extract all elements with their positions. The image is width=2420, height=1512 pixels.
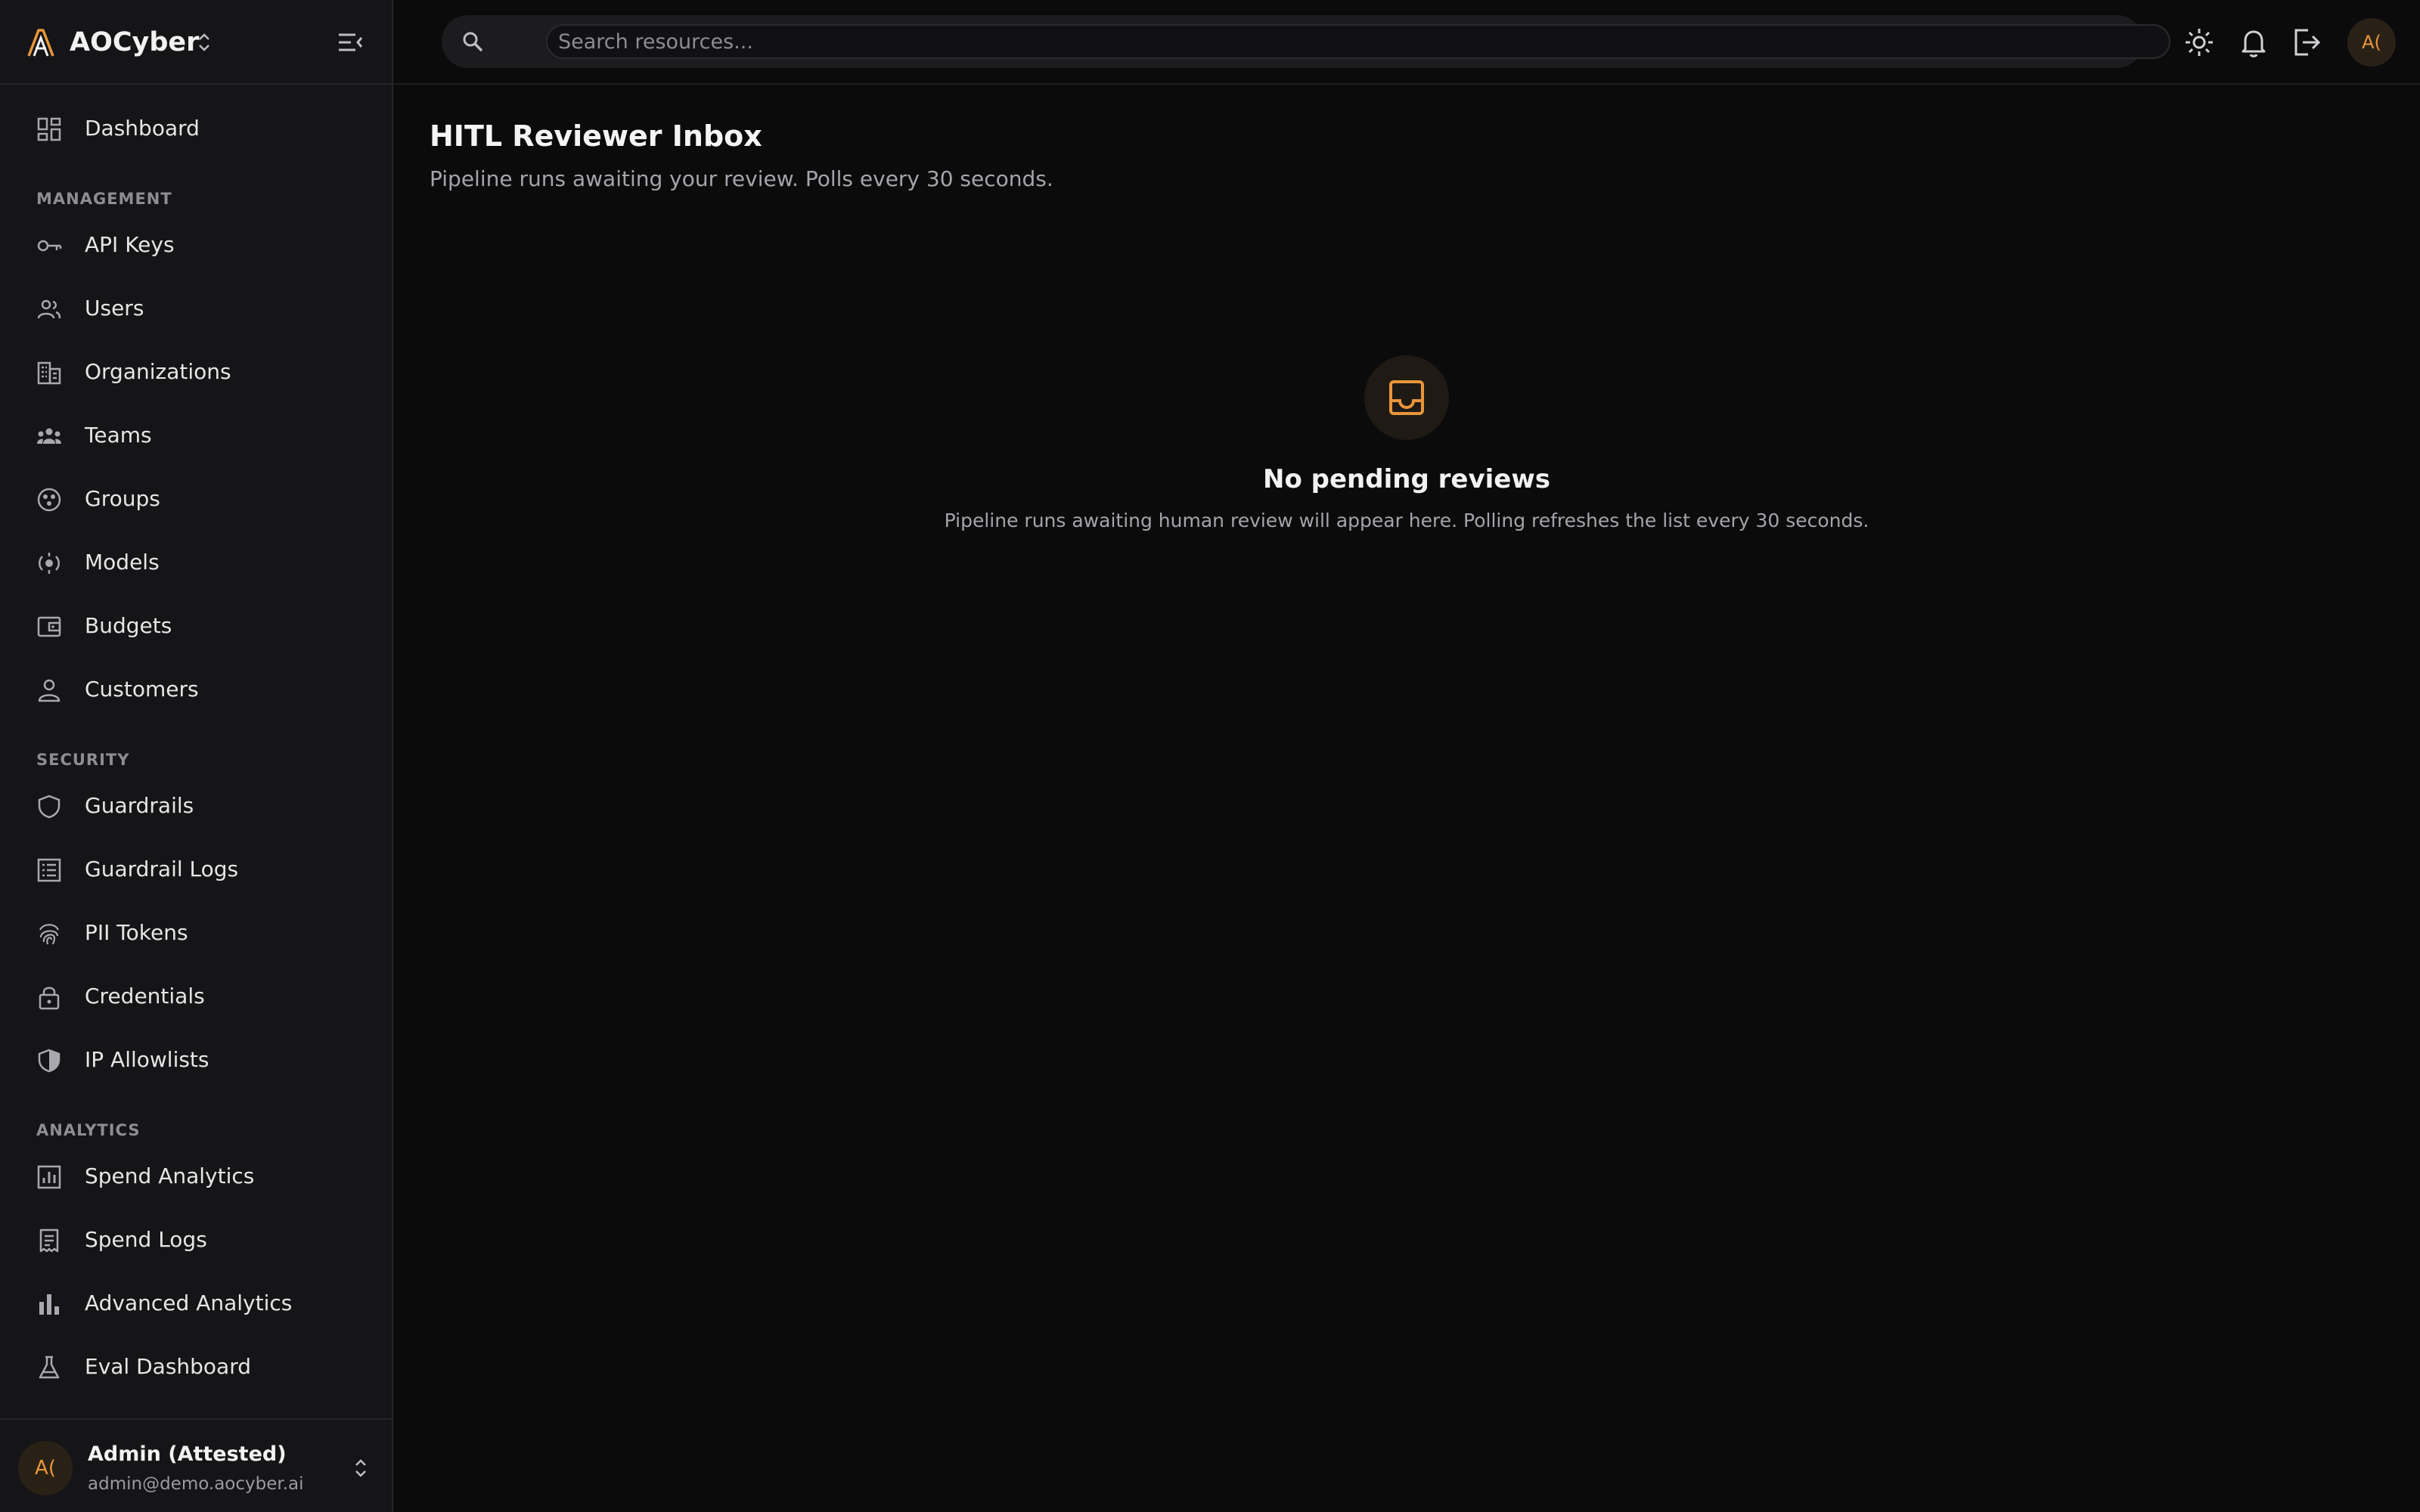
sidebar-item-label: Models	[85, 550, 160, 575]
groups-icon	[37, 488, 61, 512]
top-bar: A(	[393, 0, 2420, 85]
sidebar-item-label: Dashboard	[85, 116, 200, 141]
search-bar	[442, 15, 2170, 68]
sidebar-item-label: Customers	[85, 677, 199, 702]
sidebar-item-spend-analytics[interactable]: Spend Analytics	[18, 1149, 375, 1204]
sidebar-item-models[interactable]: Models	[18, 535, 375, 590]
avatar[interactable]: A(	[2347, 18, 2396, 67]
chevron-up-down-icon[interactable]	[195, 30, 213, 54]
sidebar-item-credentials[interactable]: Credentials	[18, 969, 375, 1024]
sidebar-item-users[interactable]: Users	[18, 281, 375, 336]
empty-state-icon-badge	[1364, 355, 1449, 440]
sidebar-item-label: Guardrail Logs	[85, 857, 239, 881]
sidebar-item-budgets[interactable]: Budgets	[18, 599, 375, 653]
sidebar-item-label: Eval Dashboard	[85, 1354, 252, 1379]
sidebar-item-organizations[interactable]: Organizations	[18, 345, 375, 399]
search-input[interactable]	[546, 24, 2170, 59]
bell-icon[interactable]	[2237, 26, 2270, 59]
wallet-icon	[37, 616, 61, 637]
sidebar-item-api-keys[interactable]: API Keys	[18, 218, 375, 272]
aocyber-logo-icon	[27, 29, 54, 57]
logout-icon[interactable]	[2290, 26, 2323, 59]
sidebar-item-teams[interactable]: Teams	[18, 408, 375, 463]
teams-icon	[37, 428, 61, 444]
main-content: HITL Reviewer Inbox Pipeline runs awaiti…	[393, 86, 2420, 1512]
inbox-icon	[1389, 380, 1424, 415]
lock-icon	[39, 987, 60, 1010]
sidebar-item-customers[interactable]: Customers	[18, 662, 375, 717]
sidebar-item-groups[interactable]: Groups	[18, 472, 375, 526]
sidebar-item-label: Advanced Analytics	[85, 1290, 293, 1315]
empty-state-title: No pending reviews	[1263, 464, 1550, 494]
key-icon	[37, 240, 62, 252]
app-root: AOCyber Dashboard MANAGEMENT API Keys Us…	[0, 0, 2420, 1512]
chart-box-icon	[37, 1165, 61, 1189]
brand-name: AOCyber	[70, 27, 200, 57]
sidebar-item-eval-dashboard[interactable]: Eval Dashboard	[18, 1340, 375, 1394]
users-icon	[37, 299, 61, 319]
chevron-up-down-icon[interactable]	[352, 1456, 369, 1480]
empty-state-description: Pipeline runs awaiting human review will…	[944, 510, 1869, 531]
sidebar-item-label: Spend Logs	[85, 1227, 207, 1252]
shield-icon	[38, 795, 60, 819]
page-subtitle: Pipeline runs awaiting your review. Poll…	[430, 166, 1053, 191]
section-label-management: MANAGEMENT	[36, 190, 172, 208]
sidebar-item-guardrails[interactable]: Guardrails	[18, 779, 375, 833]
sidebar-item-label: Spend Analytics	[85, 1163, 255, 1188]
person-icon	[38, 679, 60, 702]
sidebar-item-label: API Keys	[85, 232, 175, 257]
sidebar-item-ip-allowlists[interactable]: IP Allowlists	[18, 1033, 375, 1087]
sidebar-item-label: Budgets	[85, 613, 172, 638]
sidebar-item-guardrail-logs[interactable]: Guardrail Logs	[18, 842, 375, 897]
sidebar: AOCyber Dashboard MANAGEMENT API Keys Us…	[0, 0, 393, 1512]
collapse-sidebar-icon[interactable]	[336, 29, 365, 56]
sidebar-item-label: PII Tokens	[85, 920, 188, 945]
receipt-icon	[39, 1228, 59, 1253]
sidebar-item-label: Users	[85, 296, 144, 321]
sidebar-item-label: Groups	[85, 486, 160, 511]
list-icon	[37, 858, 61, 882]
sun-icon[interactable]	[2183, 26, 2216, 59]
sidebar-item-label: Teams	[85, 423, 152, 448]
section-label-security: SECURITY	[36, 751, 130, 769]
fingerprint-icon	[39, 924, 60, 945]
building-icon	[37, 361, 61, 385]
flask-icon	[39, 1356, 60, 1379]
shield-half-icon	[38, 1049, 60, 1073]
bar-chart-icon	[39, 1294, 59, 1315]
sidebar-item-spend-logs[interactable]: Spend Logs	[18, 1213, 375, 1267]
section-label-analytics: ANALYTICS	[36, 1121, 141, 1139]
search-icon	[463, 32, 483, 52]
sidebar-item-label: Guardrails	[85, 793, 194, 818]
sidebar-item-label: Credentials	[85, 984, 205, 1009]
sidebar-item-dashboard[interactable]: Dashboard	[18, 101, 375, 156]
user-menu[interactable]: A( Admin (Attested) admin@demo.aocyber.a…	[0, 1418, 392, 1512]
sidebar-item-label: Organizations	[85, 359, 231, 384]
sidebar-item-label: IP Allowlists	[85, 1047, 209, 1072]
brand-header: AOCyber	[0, 0, 392, 85]
sidebar-item-pii-tokens[interactable]: PII Tokens	[18, 906, 375, 960]
dashboard-icon	[37, 117, 61, 141]
user-name: Admin (Attested)	[88, 1442, 287, 1466]
avatar: A(	[18, 1441, 73, 1495]
models-icon	[39, 553, 60, 574]
page-title: HITL Reviewer Inbox	[430, 119, 762, 153]
user-email: admin@demo.aocyber.ai	[88, 1474, 304, 1494]
sidebar-item-advanced-analytics[interactable]: Advanced Analytics	[18, 1276, 375, 1331]
